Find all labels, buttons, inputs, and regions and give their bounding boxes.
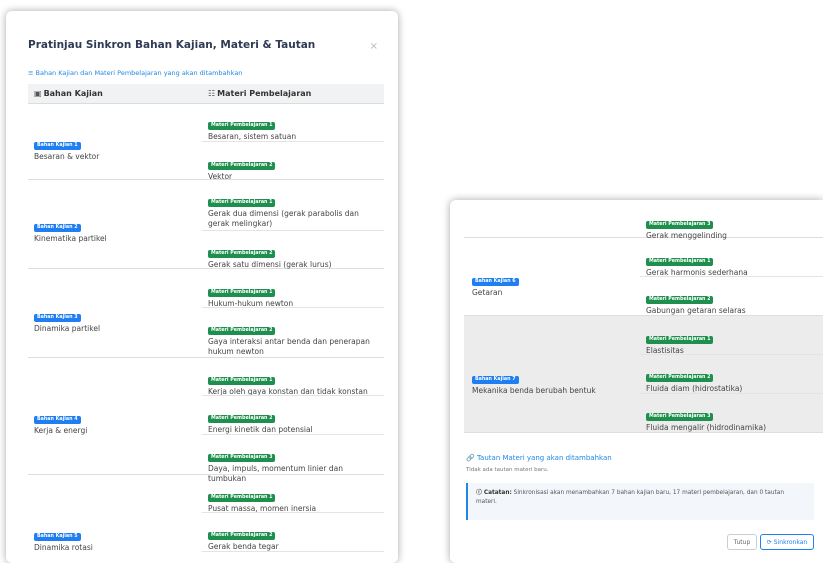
materi-badge: Materi Pembelajaran 1	[208, 377, 276, 385]
bahan-kajian-badge: Bahan Kajian 3	[34, 314, 81, 322]
materi-badge: Materi Pembelajaran 1	[208, 199, 276, 207]
table-row: Bahan Kajian 5 Dinamika rotasi Materi Pe…	[28, 475, 384, 563]
materi-item: Materi Pembelajaran 1 Besaran, sistem sa…	[208, 111, 380, 142]
book-icon: ▣	[34, 89, 42, 98]
divider	[640, 354, 823, 355]
materi-badge: Materi Pembelajaran 1	[208, 289, 276, 297]
materi-item: Materi Pembelajaran 1 Kerja oleh gaya ko…	[208, 366, 380, 397]
bahan-kajian-cell: Bahan Kajian 5 Dinamika rotasi	[34, 522, 93, 552]
refresh-icon: ⟳	[766, 538, 772, 546]
close-button[interactable]: Tutup	[727, 534, 757, 550]
materi-badge: Materi Pembelajaran 3	[646, 413, 714, 421]
bahan-kajian-badge: Bahan Kajian 4	[34, 416, 81, 424]
table-row: Bahan Kajian 7 Mekanika benda berubah be…	[464, 316, 823, 433]
sync-button[interactable]: ⟳ Sinkronkan	[760, 534, 814, 550]
bahan-kajian-badge: Bahan Kajian 6	[472, 278, 519, 286]
materi-item: Materi Pembelajaran 1 Pusat massa, momen…	[208, 483, 380, 514]
bahan-kajian-cell: Bahan Kajian 3 Dinamika partikel	[34, 303, 100, 333]
table-row: Materi Pembelajaran 3 Gerak menggelindin…	[464, 200, 823, 241]
bahan-kajian-name: Dinamika rotasi	[34, 543, 93, 552]
materi-badge: Materi Pembelajaran 1	[646, 336, 714, 344]
table-row: Bahan Kajian 1 Besaran & vektor Materi P…	[28, 104, 384, 182]
materi-item: Materi Pembelajaran 2 Energi kinetik dan…	[208, 404, 380, 435]
bahan-kajian-name: Mekanika benda berubah bentuk	[472, 386, 596, 395]
divider	[202, 395, 384, 396]
divider	[202, 551, 384, 552]
bahan-kajian-badge: Bahan Kajian 2	[34, 224, 81, 232]
list-icon: ☷	[208, 89, 216, 98]
bahan-kajian-cell: Bahan Kajian 1 Besaran & vektor	[34, 131, 99, 161]
materi-item: Materi Pembelajaran 1 Elastisitas	[646, 325, 818, 356]
materi-text: Gabungan getaran selaras	[646, 306, 746, 315]
materi-text: Gaya interaksi antar benda dan penerapan…	[208, 337, 370, 356]
materi-badge: Materi Pembelajaran 2	[208, 327, 276, 335]
bahan-kajian-name: Kinematika partikel	[34, 234, 107, 243]
section-heading-tautan: 🔗 Tautan Materi yang akan ditambahkan	[466, 454, 612, 462]
materi-badge: Materi Pembelajaran 2	[208, 415, 276, 423]
materi-item: Materi Pembelajaran 2 Gerak benda tegar	[208, 521, 380, 552]
materi-item: Materi Pembelajaran 2 Vektor	[208, 151, 380, 182]
note-label: ⓘ Catatan:	[476, 490, 512, 496]
close-icon[interactable]: ×	[370, 41, 378, 52]
divider	[640, 393, 823, 394]
bahan-kajian-cell: Bahan Kajian 6 Getaran	[472, 267, 519, 297]
bahan-kajian-name: Getaran	[472, 288, 503, 297]
materi-badge: Materi Pembelajaran 1	[646, 258, 714, 266]
materi-text: Gerak dua dimensi (gerak parabolis dan g…	[208, 209, 359, 228]
bahan-kajian-cell: Bahan Kajian 2 Kinematika partikel	[34, 213, 107, 243]
divider	[202, 434, 384, 435]
materi-item: Materi Pembelajaran 3 Gerak menggelindin…	[646, 210, 818, 241]
divider	[202, 307, 384, 308]
bahan-kajian-cell: Bahan Kajian 7 Mekanika benda berubah be…	[472, 365, 596, 395]
bahan-kajian-badge: Bahan Kajian 1	[34, 142, 81, 150]
table-row: Bahan Kajian 2 Kinematika partikel Mater…	[28, 180, 384, 269]
column-header-materi: ☷ Materi Pembelajaran	[208, 89, 312, 98]
materi-badge: Materi Pembelajaran 1	[208, 122, 276, 130]
materi-badge: Materi Pembelajaran 2	[646, 374, 714, 382]
tautan-empty-text: Tidak ada tautan materi baru.	[466, 467, 549, 473]
materi-badge: Materi Pembelajaran 2	[208, 250, 276, 258]
materi-badge: Materi Pembelajaran 3	[646, 221, 714, 229]
divider	[202, 230, 384, 231]
divider	[202, 512, 384, 513]
materi-badge: Materi Pembelajaran 2	[646, 296, 714, 304]
table-row: Bahan Kajian 6 Getaran Materi Pembelajar…	[464, 238, 823, 316]
materi-item: Materi Pembelajaran 2 Gerak satu dimensi…	[208, 239, 380, 270]
materi-badge: Materi Pembelajaran 3	[208, 454, 276, 462]
materi-item: Materi Pembelajaran 1 Hukum-hukum newton	[208, 278, 380, 309]
divider	[640, 276, 823, 277]
bahan-kajian-name: Dinamika partikel	[34, 324, 101, 333]
table-row: Bahan Kajian 4 Kerja & energi Materi Pem…	[28, 358, 384, 483]
bahan-kajian-name: Kerja & energi	[34, 426, 88, 435]
section-heading-bahan-materi: ≡ Bahan Kajian dan Materi Pembelajaran y…	[28, 69, 243, 77]
modal-title: Pratinjau Sinkron Bahan Kajian, Materi &…	[28, 39, 316, 51]
materi-item: Materi Pembelajaran 2 Gabungan getaran s…	[646, 285, 818, 316]
info-note: ⓘ Catatan: Sinkronisasi akan menambahkan…	[466, 483, 814, 520]
bahan-kajian-name: Besaran & vektor	[34, 152, 100, 161]
materi-item: Materi Pembelajaran 1 Gerak harmonis sed…	[646, 247, 818, 278]
table-header: ▣ Bahan Kajian ☷ Materi Pembelajaran	[28, 84, 384, 104]
bahan-kajian-badge: Bahan Kajian 5	[34, 533, 81, 541]
materi-item: Materi Pembelajaran 2 Fluida diam (hidro…	[646, 363, 818, 394]
materi-item: Materi Pembelajaran 2 Gaya interaksi ant…	[208, 316, 380, 357]
note-text: Sinkronisasi akan menambahkan 7 bahan ka…	[476, 490, 784, 505]
table-row: Bahan Kajian 3 Dinamika partikel Materi …	[28, 269, 384, 358]
materi-item: Materi Pembelajaran 1 Gerak dua dimensi …	[208, 188, 380, 229]
materi-text: Fluida mengalir (hidrodinamika)	[646, 423, 766, 432]
materi-badge: Materi Pembelajaran 1	[208, 494, 276, 502]
materi-badge: Materi Pembelajaran 2	[208, 162, 276, 170]
materi-badge: Materi Pembelajaran 2	[208, 532, 276, 540]
sync-preview-modal: Pratinjau Sinkron Bahan Kajian, Materi &…	[6, 11, 398, 563]
materi-item: Materi Pembelajaran 3 Fluida mengalir (h…	[646, 402, 818, 433]
column-header-bahan-kajian: ▣ Bahan Kajian	[34, 89, 103, 98]
divider	[202, 141, 384, 142]
sync-preview-modal-scrolled: Materi Pembelajaran 3 Gerak menggelindin…	[450, 200, 823, 563]
bahan-kajian-cell: Bahan Kajian 4 Kerja & energi	[34, 405, 87, 435]
bahan-kajian-badge: Bahan Kajian 7	[472, 376, 519, 384]
